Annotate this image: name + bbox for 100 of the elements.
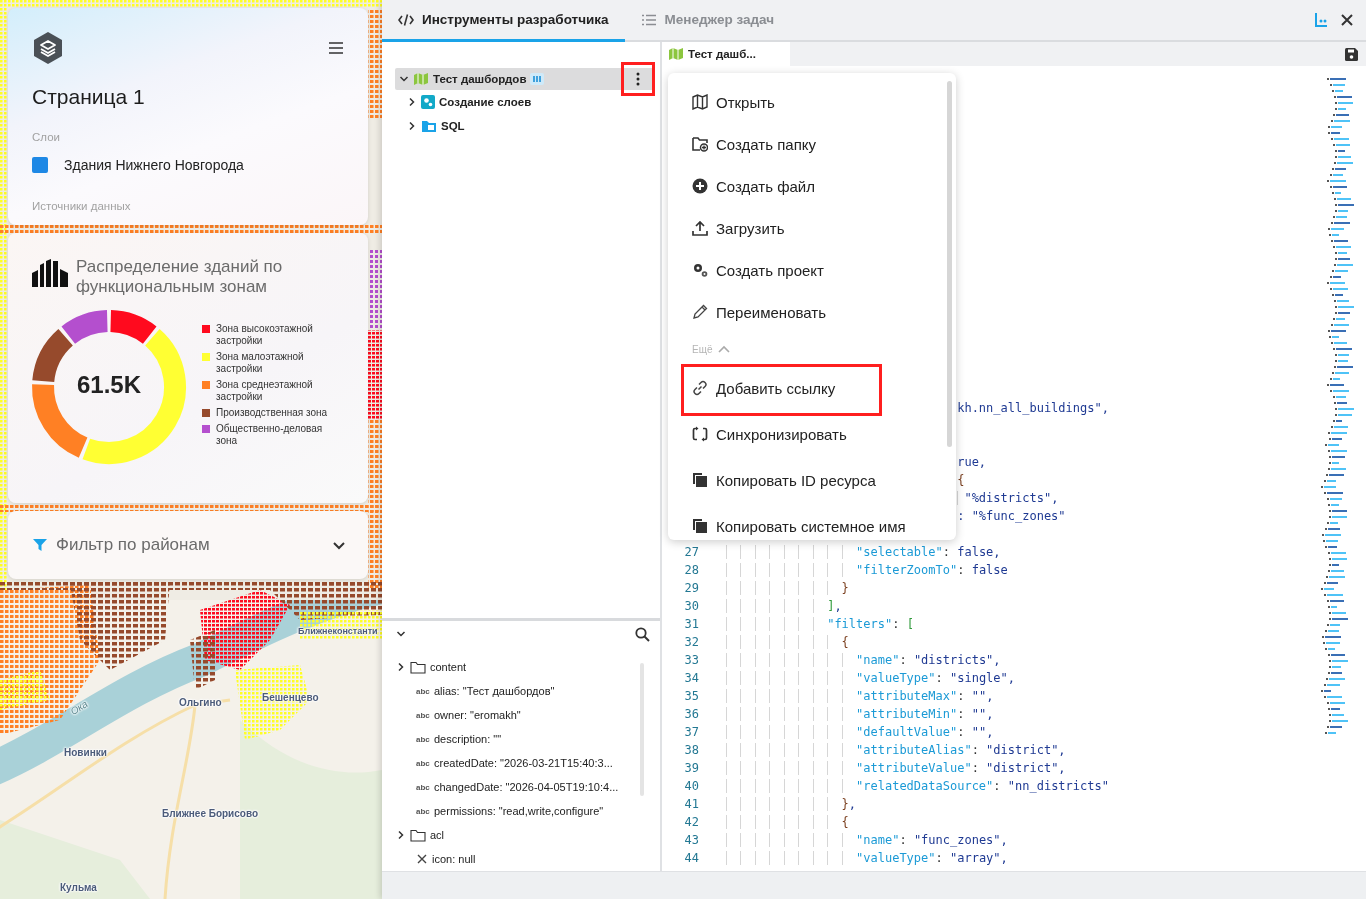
buildings-icon xyxy=(32,257,68,287)
line-number: 29 xyxy=(683,581,699,595)
code-icon xyxy=(398,12,414,27)
code-line: { xyxy=(957,473,965,487)
code-line: "%districts", xyxy=(964,491,1059,505)
map-icon xyxy=(668,47,684,61)
code-line: "attributeAlias": "district", xyxy=(856,743,1066,757)
map-icon xyxy=(413,72,429,86)
line-number: 28 xyxy=(683,563,699,577)
menu-item[interactable]: Переименовать xyxy=(668,291,938,333)
line-number: 41 xyxy=(683,797,699,811)
menu-item[interactable]: Копировать ID ресурса xyxy=(668,457,938,503)
menu-item[interactable]: Добавить ссылку xyxy=(668,365,938,411)
upload-icon xyxy=(692,220,708,236)
filter-title: Фильтр по районам xyxy=(56,535,211,555)
property-label[interactable]: changedDate: "2026-04-05T19:10:4... xyxy=(434,781,619,793)
folder-icon xyxy=(421,119,437,133)
save-icon[interactable] xyxy=(1345,47,1358,61)
code-line: { xyxy=(841,635,849,649)
property-label[interactable]: acl xyxy=(430,829,445,841)
line-number: 27 xyxy=(683,545,699,559)
line-number: 44 xyxy=(683,851,699,865)
section-heading: Слои xyxy=(32,131,61,143)
section-label: Ещё xyxy=(692,343,713,355)
gears-icon xyxy=(421,95,435,109)
property-label[interactable]: createdDate: "2026-03-21T15:40:3... xyxy=(434,757,613,769)
property-label[interactable]: owner: "eromakh" xyxy=(434,709,521,721)
river-label: Ока xyxy=(68,698,90,717)
add-icon xyxy=(692,178,708,194)
list-icon xyxy=(640,12,657,27)
code-line: "name": "districts", xyxy=(856,653,1001,667)
tree-label: Создание слоев xyxy=(439,96,532,108)
menu-item[interactable]: Копировать системное имя xyxy=(668,503,938,540)
place-label: Ольгино xyxy=(179,697,222,708)
code-line: "attributeValue": "district", xyxy=(856,761,1066,775)
code-line: "attributeMax": "", xyxy=(856,689,994,703)
code-line: "defaultValue": "", xyxy=(856,725,994,739)
corner-dots-icon[interactable] xyxy=(1314,12,1328,28)
place-label: Кульма xyxy=(60,882,97,893)
section-heading: Источники данных xyxy=(32,200,132,212)
type-label: abc xyxy=(416,686,430,696)
menu-item[interactable]: Создать проект xyxy=(668,249,938,291)
tree-item[interactable]: Тест дашбордов xyxy=(395,68,655,90)
chevron-right-icon[interactable] xyxy=(396,662,406,672)
property-label[interactable]: icon: null xyxy=(432,853,476,865)
type-label: abc xyxy=(416,710,430,720)
filter-card[interactable]: Фильтр по районам xyxy=(8,511,368,579)
search-icon[interactable] xyxy=(635,626,650,642)
line-number: 36 xyxy=(683,707,699,721)
code-line: }, xyxy=(841,797,857,811)
type-label: abc xyxy=(416,758,430,768)
editor-tab[interactable]: Тест дашб... xyxy=(662,42,790,66)
line-number: 32 xyxy=(683,635,699,649)
chevron-right-icon[interactable] xyxy=(396,830,406,840)
copy-icon xyxy=(692,472,708,488)
minimap-drawing[interactable] xyxy=(1321,78,1354,734)
chevron-right-icon[interactable] xyxy=(407,97,417,107)
line-number: 40 xyxy=(683,779,699,793)
code-line: "name": "func_zones", xyxy=(856,833,1008,847)
menu-item[interactable]: Загрузить xyxy=(668,207,938,249)
place-label: Ближнее Борисово xyxy=(162,808,259,819)
tab[interactable]: Инструменты разработчика xyxy=(382,0,625,42)
scrollbar[interactable] xyxy=(947,81,952,447)
code-line: { xyxy=(841,815,849,829)
code-line: "attributeMin": "", xyxy=(856,707,994,721)
menu-item[interactable]: Синхронизировать xyxy=(668,411,938,457)
line-number: 35 xyxy=(683,689,699,703)
chevron-right-icon[interactable] xyxy=(407,121,417,131)
chevron-down-icon[interactable] xyxy=(399,74,409,84)
menu-item[interactable]: Создать папку xyxy=(668,123,938,165)
code-line: kh.nn_all_buildings", xyxy=(957,401,1109,415)
property-label[interactable]: alias: "Тест дашбордов" xyxy=(434,685,555,697)
place-label: Новинки xyxy=(64,747,107,758)
property-label[interactable]: permissions: "read,write,configure" xyxy=(434,805,604,817)
line-number: 39 xyxy=(683,761,699,775)
line-number: 33 xyxy=(683,653,699,667)
menu-item[interactable]: Открыть xyxy=(668,81,938,123)
tree-label: SQL xyxy=(441,120,465,132)
chevron-down-icon[interactable] xyxy=(396,629,406,639)
tree-label: Тест дашбордов xyxy=(433,73,527,85)
chart-total: 61.5K xyxy=(75,371,142,399)
property-label[interactable]: content xyxy=(430,661,467,673)
code-line: "relatedDataSource": "nn_districts" xyxy=(856,779,1109,793)
legend-label: Зона высокоэтажной застройки xyxy=(216,323,314,347)
close-icon[interactable] xyxy=(1340,13,1354,27)
tree-item[interactable]: SQL xyxy=(403,114,655,138)
type-label: abc xyxy=(416,734,430,744)
code-line: : "%func_zones" xyxy=(957,509,1066,523)
legend-label: Общественно-деловая зона xyxy=(216,423,324,447)
menu-item[interactable]: Создать файл xyxy=(668,165,938,207)
tree-item[interactable]: Создание слоев xyxy=(403,90,655,114)
line-number: 34 xyxy=(683,671,699,685)
menu-icon[interactable] xyxy=(328,41,344,55)
line-number: 42 xyxy=(683,815,699,829)
folder-icon xyxy=(410,660,426,674)
layer-name[interactable]: Здания Нижнего Новгорода xyxy=(64,157,244,173)
code-line: "valueType": "array", xyxy=(856,851,1008,865)
property-label[interactable]: description: "" xyxy=(434,733,502,745)
page-title: Страница 1 xyxy=(32,85,146,109)
code-line: } xyxy=(841,581,849,595)
